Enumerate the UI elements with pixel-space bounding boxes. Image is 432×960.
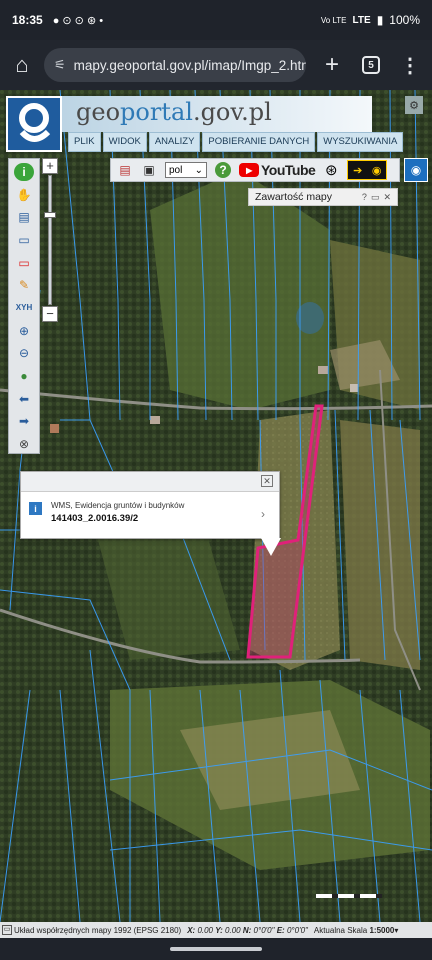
globe-icon[interactable]: ● [14, 367, 34, 385]
logo-g-icon [19, 103, 51, 142]
eye-icon: ◉ [371, 164, 382, 177]
high-contrast-toggle[interactable]: ➔ ◉ [347, 160, 388, 180]
pan-icon[interactable]: ✋ [14, 186, 34, 204]
main-menu: PLIK WIDOK ANALIZY POBIERANIE DANYCH WYS… [68, 132, 404, 152]
menu-wyszukiwania[interactable]: WYSZUKIWANIA [317, 132, 404, 152]
info-icon[interactable]: i [14, 163, 34, 181]
e-value: 0°0'0" [286, 925, 308, 935]
view-eye-icon[interactable]: ◉ [404, 158, 428, 182]
language-select[interactable]: pol ⌄ [165, 162, 207, 178]
tab-switcher-button[interactable]: 5 [362, 56, 380, 74]
zoom-in-button[interactable]: + [42, 158, 58, 174]
address-bar[interactable]: ⚟ mapy.geoportal.gov.pl/imap/Imgp_2.html… [44, 48, 306, 82]
measure-icon[interactable]: ⊗ [14, 435, 34, 453]
title-suffix: .gov.pl [192, 98, 272, 126]
zoom-in-tool-icon[interactable]: ⊕ [14, 322, 34, 340]
info-badge-icon: i [29, 502, 42, 515]
screen: 18:35 ● ⊙ ⊙ ⊛ • Vo LTE LTE ▮ 100% ⌂ ⚟ ma… [0, 0, 432, 960]
geoportal-header: geoportal.gov.pl PLIK WIDOK ANALIZY POBI… [6, 96, 404, 152]
geoportal-logo[interactable] [6, 96, 62, 152]
browser-menu-button[interactable]: ⋮ [400, 53, 420, 78]
popup-header: ✕ [21, 472, 279, 492]
menu-analizy[interactable]: ANALIZY [148, 132, 201, 152]
x-value: 0.00 [197, 925, 214, 935]
chevron-down-icon: ⌄ [194, 164, 203, 176]
settings-icon[interactable]: ⚙ [405, 96, 423, 114]
feature-info-popup: ✕ i WMS, Ewidencja gruntów i budynków 14… [20, 471, 281, 556]
new-tab-button[interactable]: + [320, 51, 344, 79]
parcel-id[interactable]: 141403_2.0016.39/2 [51, 513, 138, 524]
arrow-right-icon: ➔ [353, 164, 363, 177]
y-label: Y: [215, 925, 223, 935]
help-icon[interactable]: ? [215, 162, 231, 178]
gmlid-icon[interactable]: ▣ [141, 162, 157, 178]
home-icon[interactable]: ⌂ [8, 51, 36, 79]
x-label: X: [187, 925, 196, 935]
status-right: Vo LTE LTE ▮ 100% [321, 13, 420, 27]
volte-icon: Vo LTE [320, 15, 347, 25]
print-icon[interactable]: ▤ [117, 162, 133, 178]
contents-close-button[interactable]: ✕ [383, 192, 391, 203]
browser-toolbar: ⌂ ⚟ mapy.geoportal.gov.pl/imap/Imgp_2.ht… [0, 40, 432, 90]
scale-bar [316, 894, 382, 898]
home-gesture-bar[interactable] [170, 947, 262, 951]
youtube-label: YouTube [261, 162, 316, 178]
language-value: pol [169, 164, 183, 176]
lte-signal-icon: LTE [352, 14, 371, 26]
contents-title: Zawartość mapy [255, 191, 333, 203]
title-highlight: portal [120, 98, 193, 126]
menu-widok[interactable]: WIDOK [102, 132, 147, 152]
forward-icon[interactable]: ➡ [14, 413, 34, 431]
title-prefix: geo [76, 98, 121, 126]
e-label: E: [276, 925, 285, 935]
url-text: mapy.geoportal.gov.pl/imap/Imgp_2.html?i… [73, 57, 306, 73]
battery-icon: ▮ [376, 13, 384, 27]
scale-value[interactable]: 1:5000 [369, 926, 394, 935]
status-bar: 18:35 ● ⊙ ⊙ ⊛ • Vo LTE LTE ▮ 100% [0, 0, 432, 40]
zoom-out-button[interactable]: − [42, 306, 58, 322]
zoom-slider-thumb[interactable] [44, 212, 56, 218]
map-viewport[interactable]: geoportal.gov.pl PLIK WIDOK ANALIZY POBI… [0, 90, 432, 922]
popup-close-button[interactable]: ✕ [261, 475, 273, 487]
y-value: 0.00 [225, 925, 241, 935]
coordinates-icon[interactable]: XYH [14, 299, 34, 317]
layers-icon[interactable]: ▤ [14, 208, 34, 226]
menu-pobieranie-danych[interactable]: POBIERANIE DANYCH [202, 132, 316, 152]
notification-icons: ● ⊙ ⊙ ⊛ • [52, 14, 104, 27]
select-rectangle-icon[interactable]: ▭ [14, 231, 34, 249]
system-nav-bar [0, 938, 432, 960]
back-icon[interactable]: ⬅ [14, 390, 34, 408]
coordinate-system-label[interactable]: Układ współrzędnych mapy 1992 (EPSG 2180… [14, 926, 181, 935]
chevron-right-icon[interactable]: › [261, 507, 265, 521]
zoom-out-tool-icon[interactable]: ⊖ [14, 345, 34, 363]
contents-minimize-button[interactable]: ▭ [371, 192, 380, 203]
zoom-control: + − [42, 158, 58, 322]
map-contents-panel[interactable]: Zawartość mapy ? ▭ ✕ [248, 188, 398, 206]
site-settings-icon[interactable]: ⚟ [54, 57, 66, 73]
top-toolbar: ▤ ▣ pol ⌄ ? ▶ YouTube ⊛ ➔ ◉ [110, 158, 400, 182]
popup-layer-name: WMS, Ewidencja gruntów i budynków [51, 501, 185, 510]
clear-selection-icon[interactable]: ▭ [14, 254, 34, 272]
coordinate-system-icon[interactable]: ▭ [2, 925, 12, 935]
left-toolbar: i ✋ ▤ ▭ ▭ ✎ XYH ⊕ ⊖ ● ⬅ ➡ ⊗ [8, 158, 40, 454]
site-title: geoportal.gov.pl [76, 98, 272, 126]
scale-label: Aktualna Skala [313, 925, 368, 935]
scale-dropdown-icon[interactable]: ▾ [394, 926, 398, 935]
draw-icon[interactable]: ✎ [14, 276, 34, 294]
zoom-slider-track[interactable] [44, 175, 56, 305]
battery-level: 100% [389, 13, 420, 27]
popup-pointer [261, 538, 281, 556]
status-time: 18:35 [12, 13, 43, 27]
youtube-play-icon: ▶ [239, 163, 259, 177]
n-value: 0°0'0" [253, 925, 275, 935]
youtube-link[interactable]: ▶ YouTube [239, 162, 316, 178]
coordinates-footer: ▭ Układ współrzędnych mapy 1992 (EPSG 21… [0, 922, 432, 938]
accessibility-icon[interactable]: ⊛ [323, 162, 339, 179]
menu-plik[interactable]: PLIK [68, 132, 101, 152]
contents-help-button[interactable]: ? [362, 192, 367, 203]
n-label: N: [242, 925, 252, 935]
